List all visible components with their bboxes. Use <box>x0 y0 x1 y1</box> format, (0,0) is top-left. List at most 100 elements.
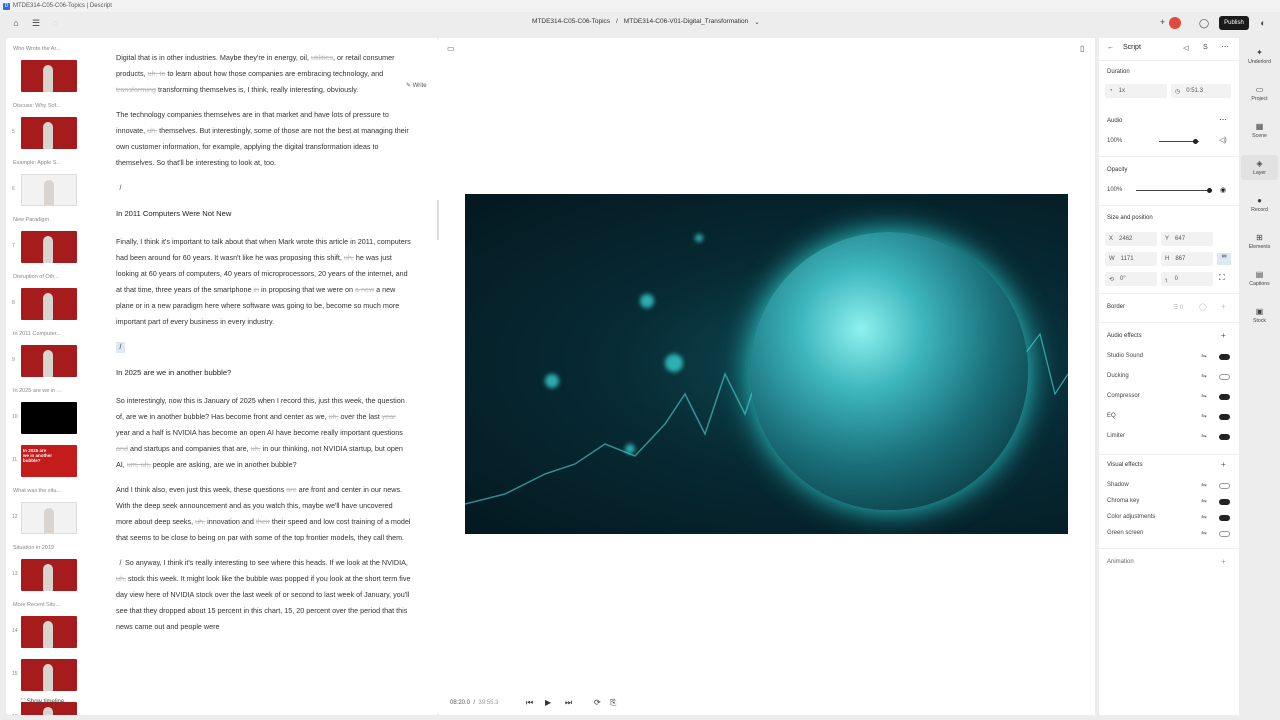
effect-name[interactable]: Green screen <box>1107 530 1143 536</box>
h-field[interactable]: H 867 <box>1161 252 1213 266</box>
skip-forward-icon[interactable]: ⏭ <box>565 698 572 708</box>
opacity-slider-knob[interactable] <box>1207 188 1212 193</box>
effect-name[interactable]: EQ <box>1107 413 1116 419</box>
scene-title[interactable]: In 2025 are we in ... <box>13 388 61 394</box>
adjust-icon[interactable]: ⇋ <box>1201 372 1207 380</box>
effect-name[interactable]: Ducking <box>1107 373 1129 379</box>
scene-thumbnail[interactable]: In 2025 are we in another bubble? <box>21 445 77 477</box>
scene-thumbnail[interactable] <box>21 288 77 320</box>
more-icon[interactable]: ⋯ <box>1219 115 1227 124</box>
effect-name[interactable]: Shadow <box>1107 482 1129 488</box>
audio-icon[interactable]: ◁ <box>1183 44 1188 52</box>
scene-thumbnail[interactable] <box>21 231 77 263</box>
eye-icon[interactable]: ◉ <box>1220 186 1226 194</box>
show-timeline-button[interactable]: ⛶ Show timeline <box>21 699 64 706</box>
scene-title[interactable]: Situation in 2019 <box>13 545 54 551</box>
home-icon[interactable]: ⌂ <box>10 17 22 29</box>
back-arrow-icon[interactable]: ← <box>1107 44 1114 51</box>
scene-thumbnail[interactable] <box>21 502 77 534</box>
breadcrumb-project[interactable]: MTDE314-C05-C06-Topics <box>532 18 610 26</box>
opacity-slider[interactable] <box>1136 190 1210 191</box>
sidebar-item-layer[interactable]: ◈ Layer <box>1241 155 1278 180</box>
layout-icon[interactable]: ▭ <box>447 44 455 53</box>
effect-toggle[interactable] <box>1219 394 1230 400</box>
scene-title[interactable]: Disruption of Oth... <box>13 274 59 280</box>
adjust-icon[interactable]: ⇋ <box>1201 412 1207 420</box>
panel-toggle-icon[interactable]: ▯ <box>1080 44 1084 53</box>
scene-break-marker[interactable]: / <box>116 342 125 353</box>
adjust-icon[interactable]: ⇋ <box>1201 352 1207 360</box>
sidebar-item-underlord[interactable]: ✦ Underlord <box>1241 44 1278 69</box>
effect-name[interactable]: Chroma key <box>1107 498 1139 504</box>
scene-thumbnail[interactable] <box>21 345 77 377</box>
rotation-field[interactable]: ⟲ 0° <box>1105 272 1157 286</box>
scene-title[interactable]: What was the situ... <box>13 488 61 494</box>
play-icon[interactable]: ▶ <box>545 698 551 707</box>
scene-break-marker[interactable]: / <box>116 183 125 194</box>
y-field[interactable]: Y 647 <box>1161 232 1213 246</box>
adjust-icon[interactable]: ⇋ <box>1201 497 1207 505</box>
w-field[interactable]: W 1171 <box>1105 252 1157 266</box>
scene-title[interactable]: Example: Apple S... <box>13 160 61 166</box>
bookmark-icon[interactable]: ⎘ <box>610 698 616 708</box>
chevron-down-icon[interactable]: ⌄ <box>754 18 759 26</box>
scene-title[interactable]: More Recent Situ... <box>13 602 60 608</box>
effect-name[interactable]: Studio Sound <box>1107 353 1143 359</box>
adjust-icon[interactable]: ⇋ <box>1201 481 1207 489</box>
paragraph[interactable]: Digital that is in other industries. May… <box>116 50 411 98</box>
menu-icon[interactable]: ☰ <box>30 17 42 29</box>
avatar[interactable] <box>1169 17 1181 29</box>
audio-volume-value[interactable]: 100% <box>1107 138 1122 144</box>
paragraph[interactable]: And I think also, even just this week, t… <box>116 482 411 546</box>
adjust-icon[interactable]: ⇋ <box>1201 432 1207 440</box>
add-visual-effect-icon[interactable]: + <box>1221 460 1226 469</box>
effect-toggle[interactable] <box>1219 499 1230 505</box>
sidebar-item-stock[interactable]: ▣ Stock <box>1241 303 1278 328</box>
scene-thumbnail[interactable] <box>21 616 77 648</box>
scene-heading[interactable]: In 2011 Computers Were Not New <box>116 206 411 222</box>
sidebar-item-captions[interactable]: ▤ Captions <box>1241 266 1278 291</box>
script-text[interactable]: Digital that is in other industries. May… <box>116 50 411 644</box>
scene-thumbnail[interactable] <box>21 117 77 149</box>
scene-title[interactable]: In 2011 Computer... <box>13 331 61 337</box>
effect-toggle[interactable] <box>1219 483 1230 489</box>
sidebar-item-project[interactable]: ▭ Project <box>1241 81 1278 106</box>
effect-toggle[interactable] <box>1219 515 1230 521</box>
effect-toggle[interactable] <box>1219 531 1230 537</box>
effect-name[interactable]: Compressor <box>1107 393 1140 399</box>
border-color-icon[interactable]: ◯ <box>1199 303 1207 311</box>
x-field[interactable]: X 2462 <box>1105 232 1157 246</box>
sidebar-item-scene[interactable]: ▦ Scene <box>1241 118 1278 143</box>
effect-toggle[interactable] <box>1219 374 1230 380</box>
scene-thumbnail[interactable] <box>21 60 77 92</box>
effect-toggle[interactable] <box>1219 434 1230 440</box>
effect-toggle[interactable] <box>1219 414 1230 420</box>
more-icon[interactable]: ⋯ <box>1221 42 1229 51</box>
adjust-icon[interactable]: ⇋ <box>1201 513 1207 521</box>
publish-button[interactable]: Publish <box>1219 16 1249 30</box>
breadcrumb-composition[interactable]: MTDE314-C06-V01-Digital_Transformation <box>624 18 748 26</box>
scene-thumbnail[interactable] <box>21 174 77 206</box>
fullscreen-icon[interactable]: ⛶ <box>1219 273 1225 283</box>
scene-heading[interactable]: In 2025 are we in another bubble? <box>116 365 411 381</box>
paragraph[interactable]: The technology companies themselves are … <box>116 107 411 171</box>
scene-thumbnail[interactable] <box>21 659 77 691</box>
scene-title[interactable]: New Paradigm <box>13 217 49 223</box>
effect-toggle[interactable] <box>1219 354 1230 360</box>
volume-slider-knob[interactable] <box>1193 139 1198 144</box>
corner-radius-field[interactable]: ╮ 0 <box>1161 272 1213 286</box>
effect-name[interactable]: Limiter <box>1107 433 1125 439</box>
adjust-icon[interactable]: ⇋ <box>1201 392 1207 400</box>
paragraph[interactable]: Finally, I think it's important to talk … <box>116 234 411 330</box>
effect-name[interactable]: Color adjustments <box>1107 514 1155 520</box>
speed-field[interactable]: ◔ 1x <box>1105 84 1167 98</box>
comment-icon[interactable]: ◯ <box>1198 17 1210 29</box>
s-icon[interactable]: S <box>1203 44 1208 51</box>
scene-title[interactable]: Who Wrote the Ar... <box>13 46 61 52</box>
add-collaborator-icon[interactable]: + <box>1160 17 1165 27</box>
link-icon[interactable]: ∞ <box>1217 253 1231 265</box>
sidebar-item-record[interactable]: ● Record <box>1241 192 1278 217</box>
paragraph[interactable]: So interestingly, now this is January of… <box>116 393 411 473</box>
help-icon[interactable]: ◐ <box>1257 17 1269 29</box>
duration-field[interactable]: ◷ 0:51.3 <box>1171 84 1231 98</box>
